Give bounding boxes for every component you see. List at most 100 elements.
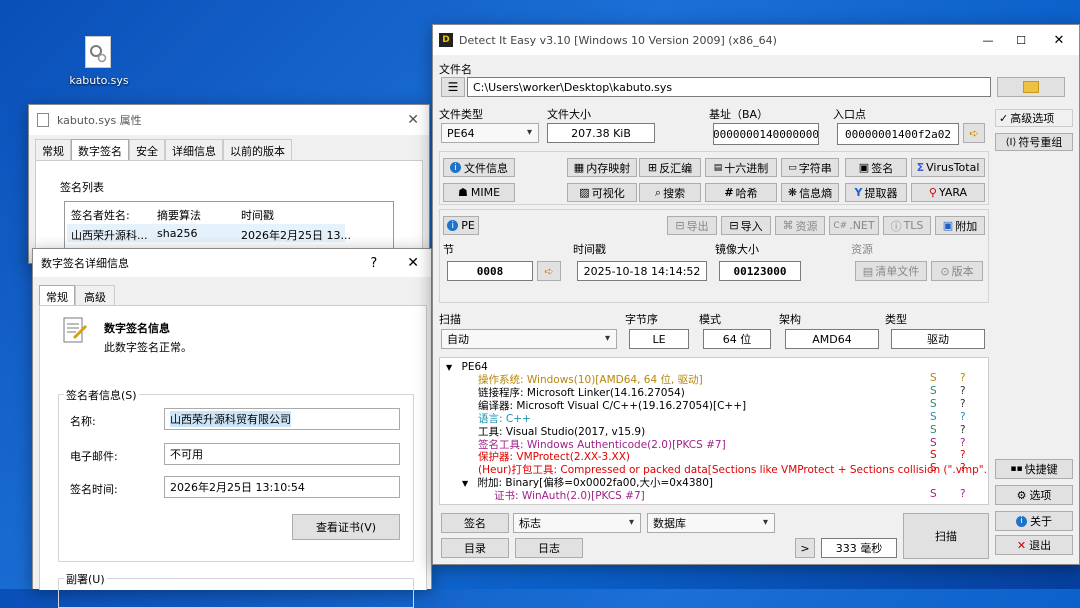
memory-map-button[interactable]: ▦ 内存映射 <box>567 158 637 177</box>
list-item[interactable]: 操作系统: Windows(10)[AMD64, 64 位, 驱动] <box>478 372 703 386</box>
options-button[interactable]: ⚙ 选项 <box>995 485 1073 505</box>
dotnet-button[interactable]: C# .NET <box>829 216 879 235</box>
tab-digital-signature[interactable]: 数字签名 <box>71 139 129 161</box>
pe-button[interactable]: i PE <box>443 216 479 235</box>
list-item[interactable]: (Heur)打包工具: Compressed or packed data[Se… <box>478 462 988 476</box>
signature-button[interactable]: ▣ 签名 <box>845 158 907 177</box>
entry-point-label: 入口点 <box>833 108 866 121</box>
tls-label: TLS <box>903 219 924 232</box>
results-tree[interactable]: ▼ PE64 操作系统: Windows(10)[AMD64, 64 位, 驱动… <box>439 357 989 505</box>
yara-button[interactable]: ⚲ YARA <box>911 183 985 202</box>
symbol-reorg-label: 符号重组 <box>1018 136 1063 149</box>
help-button[interactable]: ? <box>370 256 377 271</box>
file-path-input[interactable]: C:\Users\worker\Desktop\kabuto.sys <box>467 77 991 97</box>
name-field[interactable]: 山西荣升源科贸有限公司 <box>164 408 400 430</box>
list-item[interactable]: 工具: Visual Studio(2017, v15.9) <box>478 424 645 438</box>
desktop-file-label: kabuto.sys <box>69 74 129 87</box>
email-field[interactable]: 不可用 <box>164 443 400 465</box>
list-item[interactable]: 链接程序: Microsoft Linker(14.16.27054) <box>478 385 685 399</box>
result-flag: S <box>930 436 937 449</box>
strings-button[interactable]: ▭ 字符串 <box>781 158 839 177</box>
tab-details[interactable]: 详细信息 <box>165 139 223 161</box>
signature-label: 签名 <box>871 161 894 175</box>
database-select[interactable]: 数据库 <box>647 513 775 533</box>
resource-icon: ⌘ <box>782 219 794 232</box>
tab-security[interactable]: 安全 <box>129 139 165 161</box>
col-timestamp[interactable]: 时间戳 <box>241 207 274 223</box>
result-q: ? <box>960 462 966 475</box>
list-item[interactable]: 保护器: VMProtect(2.XX-3.XX) <box>478 449 630 463</box>
properties-title: kabuto.sys 属性 <box>57 114 142 127</box>
virustotal-button[interactable]: Σ VirusTotal <box>911 158 985 177</box>
details-title: 数字签名详细信息 <box>41 257 129 270</box>
certificate-doc-icon <box>62 316 88 346</box>
file-menu-button[interactable]: ☰ <box>441 77 465 97</box>
email-label: 电子邮件: <box>70 450 118 463</box>
minimize-icon[interactable]: — <box>973 34 1003 47</box>
die-app-icon: D <box>439 33 453 47</box>
shortcuts-button[interactable]: ▪▪ 快捷键 <box>995 459 1073 479</box>
hex-icon: ▤ <box>713 162 723 173</box>
export-button[interactable]: ⊟ 导出 <box>667 216 717 235</box>
list-item[interactable]: 签名工具: Windows Authenticode(2.0)[PKCS #7] <box>478 437 726 451</box>
certificate-node[interactable]: 证书: WinAuth(2.0)[PKCS #7] <box>494 488 645 503</box>
disasm-button[interactable]: ⊞ 反汇编 <box>639 158 701 177</box>
list-item[interactable]: 语言: C++ <box>478 411 531 425</box>
entry-goto-button[interactable]: ➪ <box>963 123 985 143</box>
result-q: ? <box>960 423 966 436</box>
next-button[interactable]: > <box>795 538 815 558</box>
info-icon: i <box>447 220 459 231</box>
dotnet-icon: C# <box>833 220 848 231</box>
close-icon[interactable]: ✕ <box>407 112 419 128</box>
search-button[interactable]: ⌕ 搜索 <box>639 183 701 202</box>
file-type-select[interactable]: PE64 <box>441 123 539 143</box>
symbol-reorg-button[interactable]: ⟨I⟩ 符号重组 <box>995 133 1073 151</box>
col-signer[interactable]: 签名者姓名: <box>71 207 130 223</box>
resources-button[interactable]: ⌘ 资源 <box>775 216 825 235</box>
exit-button[interactable]: ✕ 退出 <box>995 535 1073 555</box>
entropy-button[interactable]: ❋ 信息熵 <box>781 183 839 202</box>
import-button[interactable]: ⊟ 导入 <box>721 216 771 235</box>
extractor-button[interactable]: Y 提取器 <box>845 183 907 202</box>
log-button[interactable]: 日志 <box>515 538 583 558</box>
image-size-value: 00123000 <box>719 261 801 281</box>
desktop-file-icon[interactable]: kabuto.sys <box>62 34 136 92</box>
overlay-button[interactable]: ▣ 附加 <box>935 216 985 235</box>
hex-button[interactable]: ▤ 十六进制 <box>705 158 777 177</box>
about-button[interactable]: i 关于 <box>995 511 1073 531</box>
directory-button[interactable]: 目录 <box>441 538 509 558</box>
keyboard-icon: ▪▪ <box>1010 464 1023 474</box>
maximize-icon[interactable]: ☐ <box>1003 34 1039 47</box>
col-digest[interactable]: 摘要算法 <box>157 207 201 223</box>
tls-button[interactable]: ⓘ TLS <box>883 216 931 235</box>
visualize-button[interactable]: ▨ 可视化 <box>567 183 637 202</box>
version-button[interactable]: ⊙ 版本 <box>931 261 983 281</box>
close-icon[interactable]: ✕ <box>407 255 419 271</box>
exit-label: 退出 <box>1029 539 1052 552</box>
mime-button[interactable]: ☗ MIME <box>443 183 515 202</box>
tab-general[interactable]: 常规 <box>35 139 71 161</box>
scan-mode-select[interactable]: 自动 <box>441 329 617 349</box>
extractor-icon: Y <box>854 186 863 199</box>
properties-titlebar: kabuto.sys 属性 ✕ <box>29 105 429 135</box>
expand-icon[interactable]: ▼ <box>462 479 468 488</box>
hash-button[interactable]: # 哈希 <box>705 183 777 202</box>
expand-icon[interactable]: ▼ <box>446 363 452 372</box>
list-item[interactable]: 编译器: Microsoft Visual C/C++(19.16.27054)… <box>478 398 746 412</box>
open-folder-button[interactable] <box>997 77 1065 97</box>
file-info-button[interactable]: i 文件信息 <box>443 158 515 177</box>
time-field[interactable]: 2026年2月25日 13:10:54 <box>164 476 400 498</box>
manifest-button[interactable]: ▤ 清单文件 <box>855 261 927 281</box>
virustotal-icon: Σ <box>916 161 925 174</box>
close-icon: ✕ <box>1016 538 1027 552</box>
close-icon[interactable]: ✕ <box>1039 33 1079 48</box>
result-q: ? <box>960 449 966 462</box>
flags-select[interactable]: 标志 <box>513 513 641 533</box>
view-certificate-button[interactable]: 查看证书(V) <box>292 514 400 540</box>
advanced-options-checkbox[interactable]: ✓ 高级选项 <box>995 109 1073 127</box>
folder-icon <box>1023 81 1039 93</box>
tab-previous-versions[interactable]: 以前的版本 <box>223 139 292 161</box>
signatures-button[interactable]: 签名 <box>441 513 509 533</box>
section-goto-button[interactable]: ➪ <box>537 261 561 281</box>
scan-button[interactable]: 扫描 <box>903 513 989 559</box>
